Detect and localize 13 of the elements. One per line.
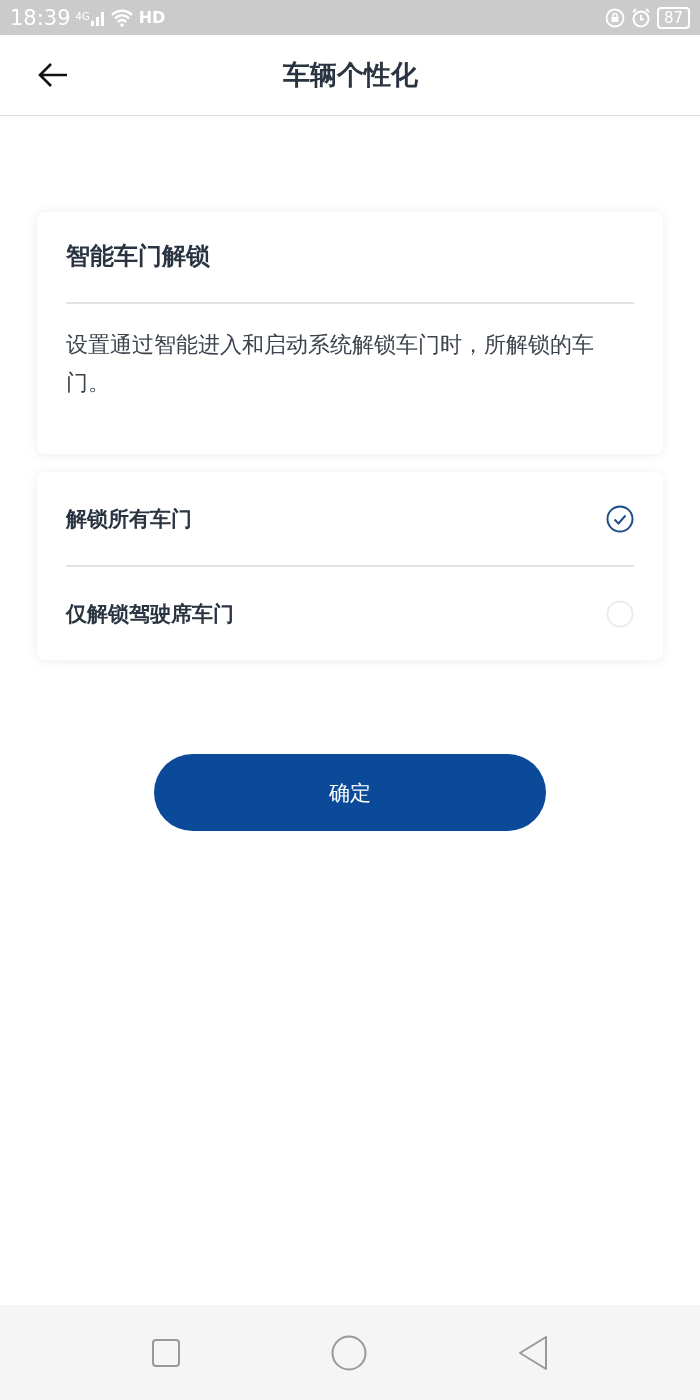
option-item[interactable]: 解锁所有车门: [66, 472, 634, 565]
option-item[interactable]: 仅解锁驾驶席车门: [66, 567, 634, 660]
lock-rotation-icon: [604, 7, 625, 28]
home-icon[interactable]: [331, 1334, 367, 1371]
back-icon[interactable]: [517, 1334, 549, 1371]
card-description: 设置通过智能进入和启动系统解锁车门时，所解锁的车门。: [66, 331, 595, 397]
wifi-icon: [109, 8, 134, 27]
signal-icon: [90, 9, 105, 26]
confirm-button[interactable]: 确定: [154, 754, 546, 831]
back-arrow-icon[interactable]: [37, 62, 69, 88]
page-title: 车辆个性化: [282, 58, 418, 92]
recents-icon[interactable]: [151, 1337, 181, 1368]
card-title: 智能车门解锁: [66, 241, 211, 272]
